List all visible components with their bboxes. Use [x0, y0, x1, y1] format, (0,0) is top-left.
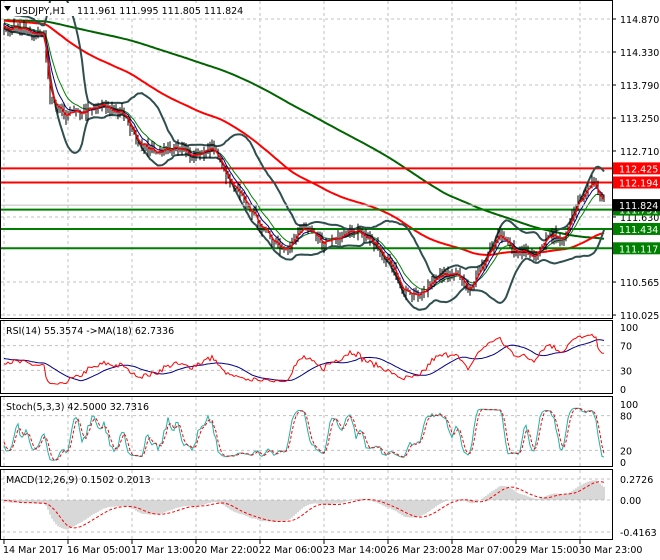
- level-price-label: 111.434: [619, 225, 658, 236]
- macd-axis-label: 0.2726: [620, 475, 653, 486]
- price-axis-label: 114.870: [620, 15, 659, 26]
- stoch-axis-label: 0: [620, 458, 626, 469]
- symbol-label: USDJPY,H1: [15, 6, 66, 17]
- time-axis-label: 16 Mar 05:00: [67, 545, 130, 556]
- rsi-label: RSI(14) 55.3574 ->MA(18) 62.7336: [6, 326, 174, 337]
- ohlc-label: 111.961 111.995 111.805 111.824: [77, 6, 243, 17]
- time-axis-label: 26 Mar 23:00: [387, 545, 450, 556]
- stoch-axis-label: 80: [620, 412, 632, 423]
- main-plot: [1, 1, 612, 311]
- macd-axis-label: 0.00: [620, 496, 641, 507]
- level-price-label: 112.425: [619, 164, 658, 175]
- chart-canvas[interactable]: 14 Mar 2017 16 Mar 05:00 17 Mar 13:00 20 Ma…: [0, 0, 660, 560]
- time-axis-label: 23 Mar 14:00: [323, 545, 386, 556]
- price-axis-label: 110.025: [620, 311, 659, 322]
- stoch-axis-label: 20: [620, 446, 632, 457]
- time-axis-label: 14 Mar 2017: [3, 545, 63, 556]
- price-axis-label: 110.565: [620, 278, 659, 289]
- time-axis-label: 20 Mar 22:00: [195, 545, 258, 556]
- chart-window[interactable]: 14 Mar 2017 16 Mar 05:00 17 Mar 13:00 20 Ma…: [0, 0, 660, 560]
- price-axis-label: 113.790: [620, 81, 659, 92]
- time-axis-label: 22 Mar 06:00: [259, 545, 322, 556]
- stoch-axis-label: 100: [620, 400, 638, 411]
- rsi-axis-label: 70: [620, 342, 632, 353]
- level-price-label: 112.194: [619, 179, 658, 190]
- price-axis-label: 114.330: [620, 48, 659, 59]
- time-axis-label: 29 Mar 15:00: [515, 545, 578, 556]
- bollinger-upper-band: [3, 1, 605, 280]
- current-price-label: 111.824: [619, 201, 658, 212]
- ma-200-line: [3, 19, 605, 240]
- rsi-axis-label: 0: [620, 385, 626, 396]
- price-axis-label: 113.250: [620, 114, 659, 125]
- main-panel-frame: [0, 0, 613, 319]
- time-axis-label: 28 Mar 07:00: [451, 545, 514, 556]
- time-axis-label: 17 Mar 13:00: [131, 545, 194, 556]
- stoch-label: Stoch(5,3,3) 42.5000 32.7316: [6, 402, 149, 413]
- macd-axis-label: -0.4163: [620, 528, 657, 539]
- time-axis-label: 30 Mar 23:00: [579, 545, 642, 556]
- rsi-axis-label: 30: [620, 366, 632, 377]
- macd-label: MACD(12,26,9) 0.1502 0.2013: [6, 475, 151, 486]
- rsi-axis-label: 100: [620, 323, 638, 334]
- level-price-label: 111.117: [619, 244, 658, 255]
- rsi-line: [3, 333, 605, 385]
- price-axis-label: 112.710: [620, 147, 659, 158]
